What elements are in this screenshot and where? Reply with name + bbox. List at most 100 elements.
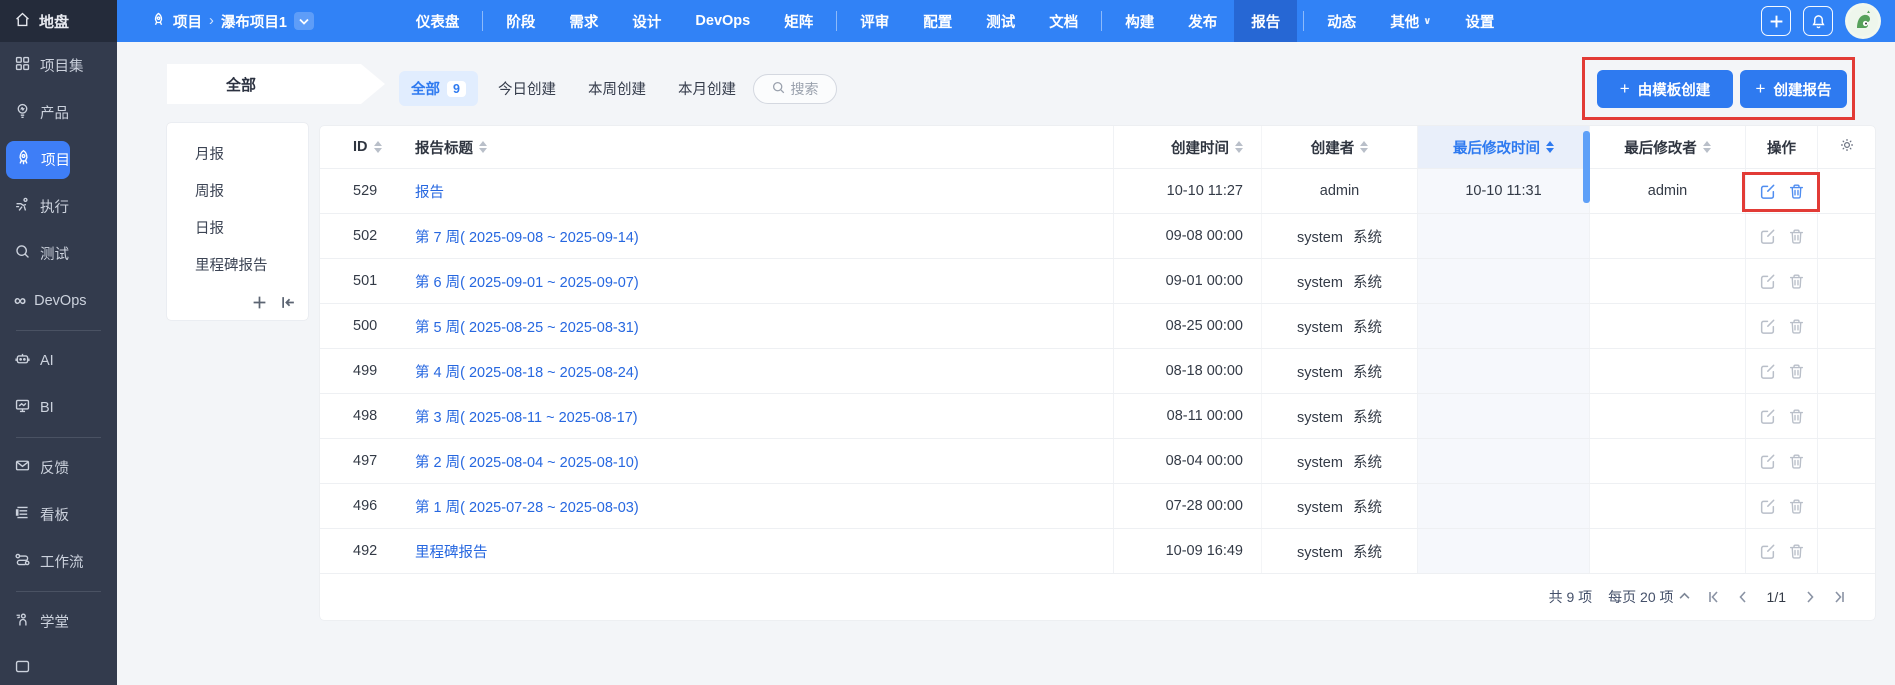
edit-icon[interactable] bbox=[1759, 183, 1776, 200]
nav-report[interactable]: 报告 bbox=[1234, 0, 1297, 42]
table-row[interactable]: 502第 7 周( 2025-09-08 ~ 2025-09-14)09-08 … bbox=[320, 214, 1875, 259]
add-button[interactable] bbox=[1761, 6, 1791, 36]
sort-icon[interactable] bbox=[1703, 141, 1711, 153]
trash-icon[interactable] bbox=[1788, 363, 1805, 380]
table-row[interactable]: 500第 5 周( 2025-08-25 ~ 2025-08-31)08-25 … bbox=[320, 304, 1875, 349]
breadcrumb-app[interactable]: 项目 bbox=[173, 11, 202, 32]
tab-created-this-month[interactable]: 本月创建 bbox=[666, 71, 748, 106]
table-row[interactable]: 499第 4 周( 2025-08-18 ~ 2025-08-24)08-18 … bbox=[320, 349, 1875, 394]
tab-all[interactable]: 全部 9 bbox=[399, 71, 478, 106]
nav-dynamic[interactable]: 动态 bbox=[1310, 0, 1373, 42]
first-page-button[interactable] bbox=[1706, 590, 1721, 604]
module-filter-arrow[interactable]: 全部 bbox=[167, 64, 385, 104]
edit-icon[interactable] bbox=[1759, 228, 1776, 245]
report-title-link[interactable]: 报告 bbox=[415, 181, 444, 202]
sort-icon[interactable] bbox=[374, 141, 382, 153]
sort-icon[interactable] bbox=[1360, 141, 1368, 153]
gear-icon[interactable] bbox=[1839, 137, 1855, 157]
report-title-link[interactable]: 第 1 周( 2025-07-28 ~ 2025-08-03) bbox=[415, 496, 639, 517]
sidebar-item-ai[interactable]: AI bbox=[0, 337, 117, 384]
edit-icon[interactable] bbox=[1759, 408, 1776, 425]
nav-config[interactable]: 配置 bbox=[906, 0, 969, 42]
nav-test[interactable]: 测试 bbox=[969, 0, 1032, 42]
edit-icon[interactable] bbox=[1759, 273, 1776, 290]
sidebar-item-dashboard[interactable]: 地盘 bbox=[0, 0, 117, 42]
table-row[interactable]: 498第 3 周( 2025-08-11 ~ 2025-08-17)08-11 … bbox=[320, 394, 1875, 439]
prev-page-button[interactable] bbox=[1737, 590, 1747, 604]
edit-icon[interactable] bbox=[1759, 498, 1776, 515]
col-header-modified[interactable]: 最后修改时间 bbox=[1417, 126, 1589, 168]
filter-milestone-report[interactable]: 里程碑报告 bbox=[167, 246, 308, 283]
sort-icon[interactable] bbox=[1546, 141, 1554, 153]
nav-settings[interactable]: 设置 bbox=[1448, 0, 1511, 42]
nav-release[interactable]: 发布 bbox=[1171, 0, 1234, 42]
sidebar-item-feedback[interactable]: 反馈 bbox=[0, 444, 117, 491]
col-header-id[interactable]: ID bbox=[320, 126, 410, 168]
nav-devops[interactable]: DevOps bbox=[678, 0, 767, 42]
tab-created-today[interactable]: 今日创建 bbox=[486, 71, 568, 106]
filter-weekly-report[interactable]: 周报 bbox=[167, 172, 308, 209]
report-title-link[interactable]: 第 2 周( 2025-08-04 ~ 2025-08-10) bbox=[415, 451, 639, 472]
sidebar-item-more[interactable] bbox=[0, 645, 117, 685]
nav-other[interactable]: 其他∨ bbox=[1373, 0, 1448, 42]
trash-icon[interactable] bbox=[1788, 318, 1805, 335]
trash-icon[interactable] bbox=[1788, 453, 1805, 470]
sidebar-item-qa[interactable]: 测试 bbox=[0, 230, 117, 277]
filter-monthly-report[interactable]: 月报 bbox=[167, 135, 308, 172]
nav-build[interactable]: 构建 bbox=[1108, 0, 1171, 42]
sidebar-item-workflow[interactable]: 工作流 bbox=[0, 538, 117, 585]
sort-icon[interactable] bbox=[1235, 141, 1243, 153]
tab-created-this-week[interactable]: 本周创建 bbox=[576, 71, 658, 106]
create-report-button[interactable]: +创建报告 bbox=[1740, 70, 1847, 108]
table-row[interactable]: 492里程碑报告10-09 16:49system 系统 bbox=[320, 529, 1875, 574]
table-row[interactable]: 529报告10-10 11:27admin10-10 11:31admin bbox=[320, 169, 1875, 214]
table-row[interactable]: 501第 6 周( 2025-09-01 ~ 2025-09-07)09-01 … bbox=[320, 259, 1875, 304]
col-header-created[interactable]: 创建时间 bbox=[1113, 126, 1261, 168]
edit-icon[interactable] bbox=[1759, 318, 1776, 335]
column-resize-handle[interactable] bbox=[1583, 131, 1590, 203]
report-title-link[interactable]: 第 5 周( 2025-08-25 ~ 2025-08-31) bbox=[415, 316, 639, 337]
trash-icon[interactable] bbox=[1788, 183, 1805, 200]
report-title-link[interactable]: 里程碑报告 bbox=[415, 541, 488, 562]
breadcrumb-project[interactable]: 瀑布项目1 bbox=[221, 11, 287, 32]
filter-daily-report[interactable]: 日报 bbox=[167, 209, 308, 246]
nav-stage[interactable]: 阶段 bbox=[489, 0, 552, 42]
sidebar-item-bi[interactable]: BI bbox=[0, 384, 117, 431]
col-header-creator[interactable]: 创建者 bbox=[1261, 126, 1417, 168]
nav-review[interactable]: 评审 bbox=[843, 0, 906, 42]
sidebar-item-kanban[interactable]: 看板 bbox=[0, 491, 117, 538]
table-row[interactable]: 497第 2 周( 2025-08-04 ~ 2025-08-10)08-04 … bbox=[320, 439, 1875, 484]
nav-design[interactable]: 设计 bbox=[615, 0, 678, 42]
sidebar-item-product[interactable]: 产品 bbox=[0, 89, 117, 136]
sidebar-item-program[interactable]: 项目集 bbox=[0, 42, 117, 89]
trash-icon[interactable] bbox=[1788, 498, 1805, 515]
edit-icon[interactable] bbox=[1759, 363, 1776, 380]
trash-icon[interactable] bbox=[1788, 228, 1805, 245]
sidebar-item-devops[interactable]: ∞ DevOps bbox=[0, 277, 117, 324]
page-size-select[interactable]: 每页 20 项 bbox=[1608, 587, 1689, 607]
sidebar-item-school[interactable]: 学堂 bbox=[0, 598, 117, 645]
nav-matrix[interactable]: 矩阵 bbox=[767, 0, 830, 42]
next-page-button[interactable] bbox=[1806, 590, 1816, 604]
trash-icon[interactable] bbox=[1788, 543, 1805, 560]
table-row[interactable]: 496第 1 周( 2025-07-28 ~ 2025-08-03)07-28 … bbox=[320, 484, 1875, 529]
edit-icon[interactable] bbox=[1759, 543, 1776, 560]
report-title-link[interactable]: 第 4 周( 2025-08-18 ~ 2025-08-24) bbox=[415, 361, 639, 382]
collapse-panel-button[interactable] bbox=[281, 295, 296, 310]
last-page-button[interactable] bbox=[1832, 590, 1847, 604]
sort-icon[interactable] bbox=[479, 141, 487, 153]
report-title-link[interactable]: 第 7 周( 2025-09-08 ~ 2025-09-14) bbox=[415, 226, 639, 247]
report-title-link[interactable]: 第 6 周( 2025-09-01 ~ 2025-09-07) bbox=[415, 271, 639, 292]
nav-story[interactable]: 需求 bbox=[552, 0, 615, 42]
breadcrumb[interactable]: 项目 › 瀑布项目1 bbox=[151, 11, 314, 32]
sidebar-item-execution[interactable]: 执行 bbox=[0, 183, 117, 230]
nav-dashboard[interactable]: 仪表盘 bbox=[399, 0, 477, 42]
bell-icon[interactable] bbox=[1803, 6, 1833, 36]
col-header-modifier[interactable]: 最后修改者 bbox=[1589, 126, 1745, 168]
search-input[interactable]: 搜索 bbox=[753, 74, 837, 104]
trash-icon[interactable] bbox=[1788, 408, 1805, 425]
trash-icon[interactable] bbox=[1788, 273, 1805, 290]
nav-doc[interactable]: 文档 bbox=[1032, 0, 1095, 42]
sidebar-item-project[interactable]: 项目 bbox=[6, 141, 70, 179]
create-from-template-button[interactable]: +由模板创建 bbox=[1597, 70, 1733, 108]
